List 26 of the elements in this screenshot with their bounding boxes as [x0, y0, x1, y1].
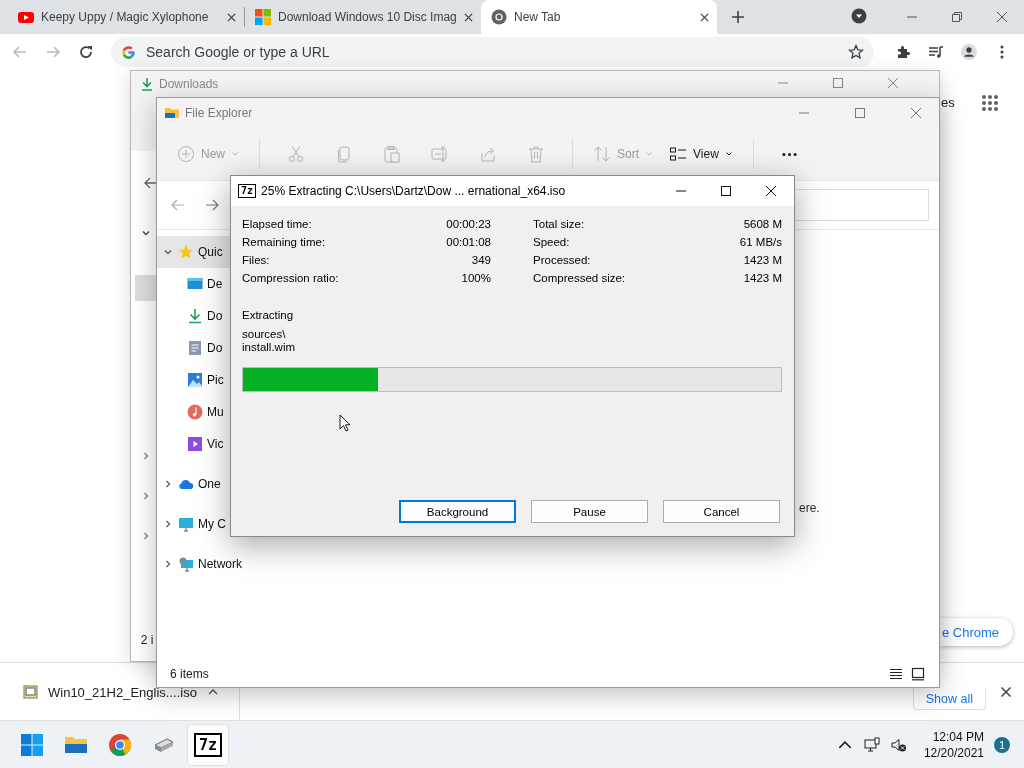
- window-title: File Explorer: [185, 106, 253, 120]
- stat-value: 61 MB/s: [739, 236, 782, 248]
- stat-value: 00:01:08: [446, 236, 491, 248]
- status-text: 2 i: [140, 633, 154, 647]
- stat-label: Total size:: [533, 218, 585, 230]
- window-title: 25% Extracting C:\Users\Dartz\Dow ... ernational_x64.iso: [261, 184, 566, 198]
- file-path: install.wim: [242, 341, 297, 354]
- stat-value: 00:00:23: [446, 218, 491, 230]
- operation-label: Extracting: [242, 309, 295, 321]
- empty-folder-message: ere.: [799, 501, 820, 515]
- stat-value: 5608 M: [743, 218, 782, 230]
- stat-label: Processed:: [533, 254, 591, 266]
- stat-label: Speed:: [533, 236, 570, 248]
- stat-label: Elapsed time:: [242, 218, 312, 230]
- stat-label: Compression ratio:: [242, 272, 339, 284]
- app-logo: 7z: [238, 184, 257, 198]
- file-path: sources\: [242, 328, 287, 341]
- stat-value: 349: [471, 254, 491, 266]
- status-text: 6 items: [170, 667, 209, 681]
- stat-label: Compressed size:: [533, 272, 626, 284]
- stat-value: 100%: [461, 272, 491, 284]
- window-title: Downloads: [159, 77, 219, 91]
- stat-value: 1423 M: [743, 254, 782, 266]
- stat-label: Remaining time:: [242, 236, 326, 248]
- stat-label: Files:: [242, 254, 270, 266]
- stat-value: 1423 M: [743, 272, 782, 284]
